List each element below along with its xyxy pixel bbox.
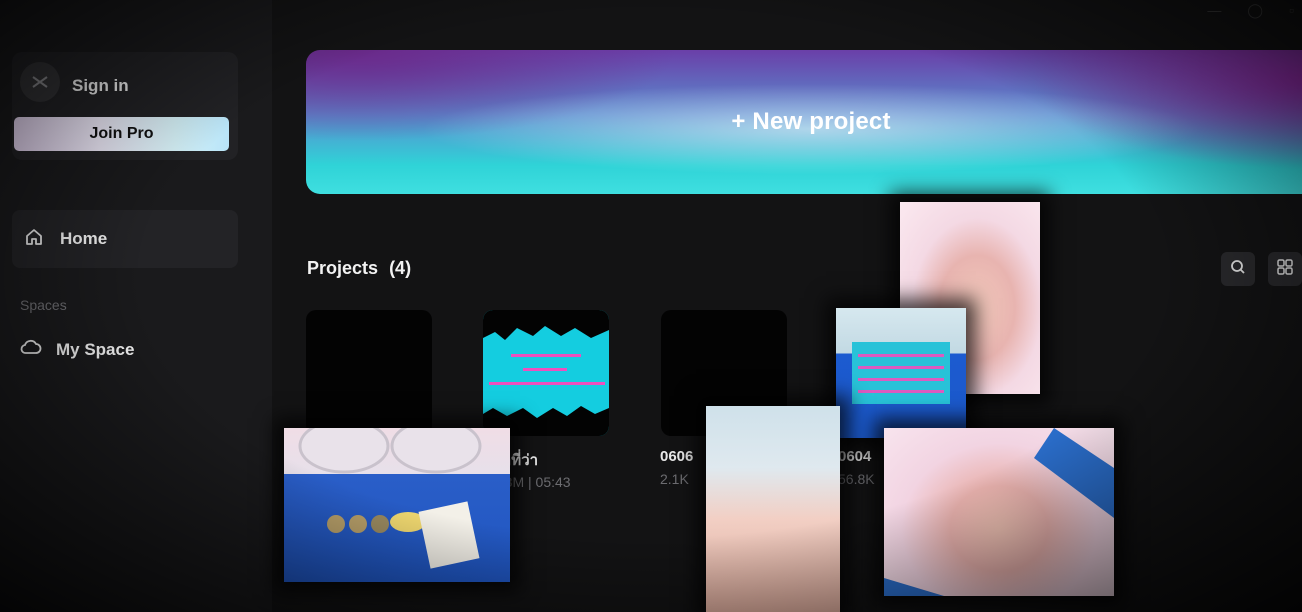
cloud-icon <box>20 338 42 361</box>
grid-view-icon <box>1277 258 1293 280</box>
thumbnail-artwork <box>483 310 609 436</box>
sidebar: Sign in Join Pro Home Spaces My Space <box>0 0 272 612</box>
window-controls: — ◯ ▫ <box>1207 2 1294 19</box>
project-name: 0606 <box>660 448 694 465</box>
maximize-icon[interactable]: ▫ <box>1289 2 1294 19</box>
scale-photo-art <box>298 428 482 569</box>
app-window: — ◯ ▫ Sign in Join Pro Home Spaces My Sp… <box>0 0 1302 612</box>
projects-title-text: Projects <box>307 258 379 278</box>
sidebar-item-label: My Space <box>56 339 135 359</box>
minimize-icon[interactable]: — <box>1207 2 1221 19</box>
home-icon <box>24 227 44 252</box>
overlay-photo <box>884 428 1114 596</box>
search-icon <box>1230 259 1246 280</box>
project-meta: 2.1K <box>660 471 689 487</box>
project-name: 0604 <box>838 448 872 465</box>
overlay-photo <box>284 428 510 582</box>
tablet-screen <box>852 342 950 404</box>
new-project-label: + New project <box>731 108 891 135</box>
join-pro-button[interactable]: Join Pro <box>14 117 229 151</box>
projects-count: (4) <box>389 258 412 278</box>
search-button[interactable] <box>1221 252 1255 286</box>
settings-icon[interactable]: ◯ <box>1247 2 1263 19</box>
projects-heading: Projects (4) <box>307 258 411 279</box>
spaces-section-label: Spaces <box>20 297 67 313</box>
new-project-button[interactable]: + New project <box>306 50 1302 194</box>
overlay-photo <box>836 308 966 438</box>
sidebar-item-my-space[interactable]: My Space <box>20 338 134 361</box>
project-thumbnail[interactable] <box>483 310 609 436</box>
project-meta: 56.8K <box>838 471 875 487</box>
sign-in-link[interactable]: Sign in <box>72 76 129 96</box>
project-thumbnail[interactable] <box>306 310 432 436</box>
sidebar-item-label: Home <box>60 229 108 248</box>
sidebar-item-home[interactable]: Home <box>12 210 238 268</box>
overlay-photo <box>706 406 840 612</box>
grid-view-button[interactable] <box>1268 252 1302 286</box>
capcut-logo-icon[interactable] <box>20 62 60 102</box>
baby-photo-art <box>884 428 1114 596</box>
